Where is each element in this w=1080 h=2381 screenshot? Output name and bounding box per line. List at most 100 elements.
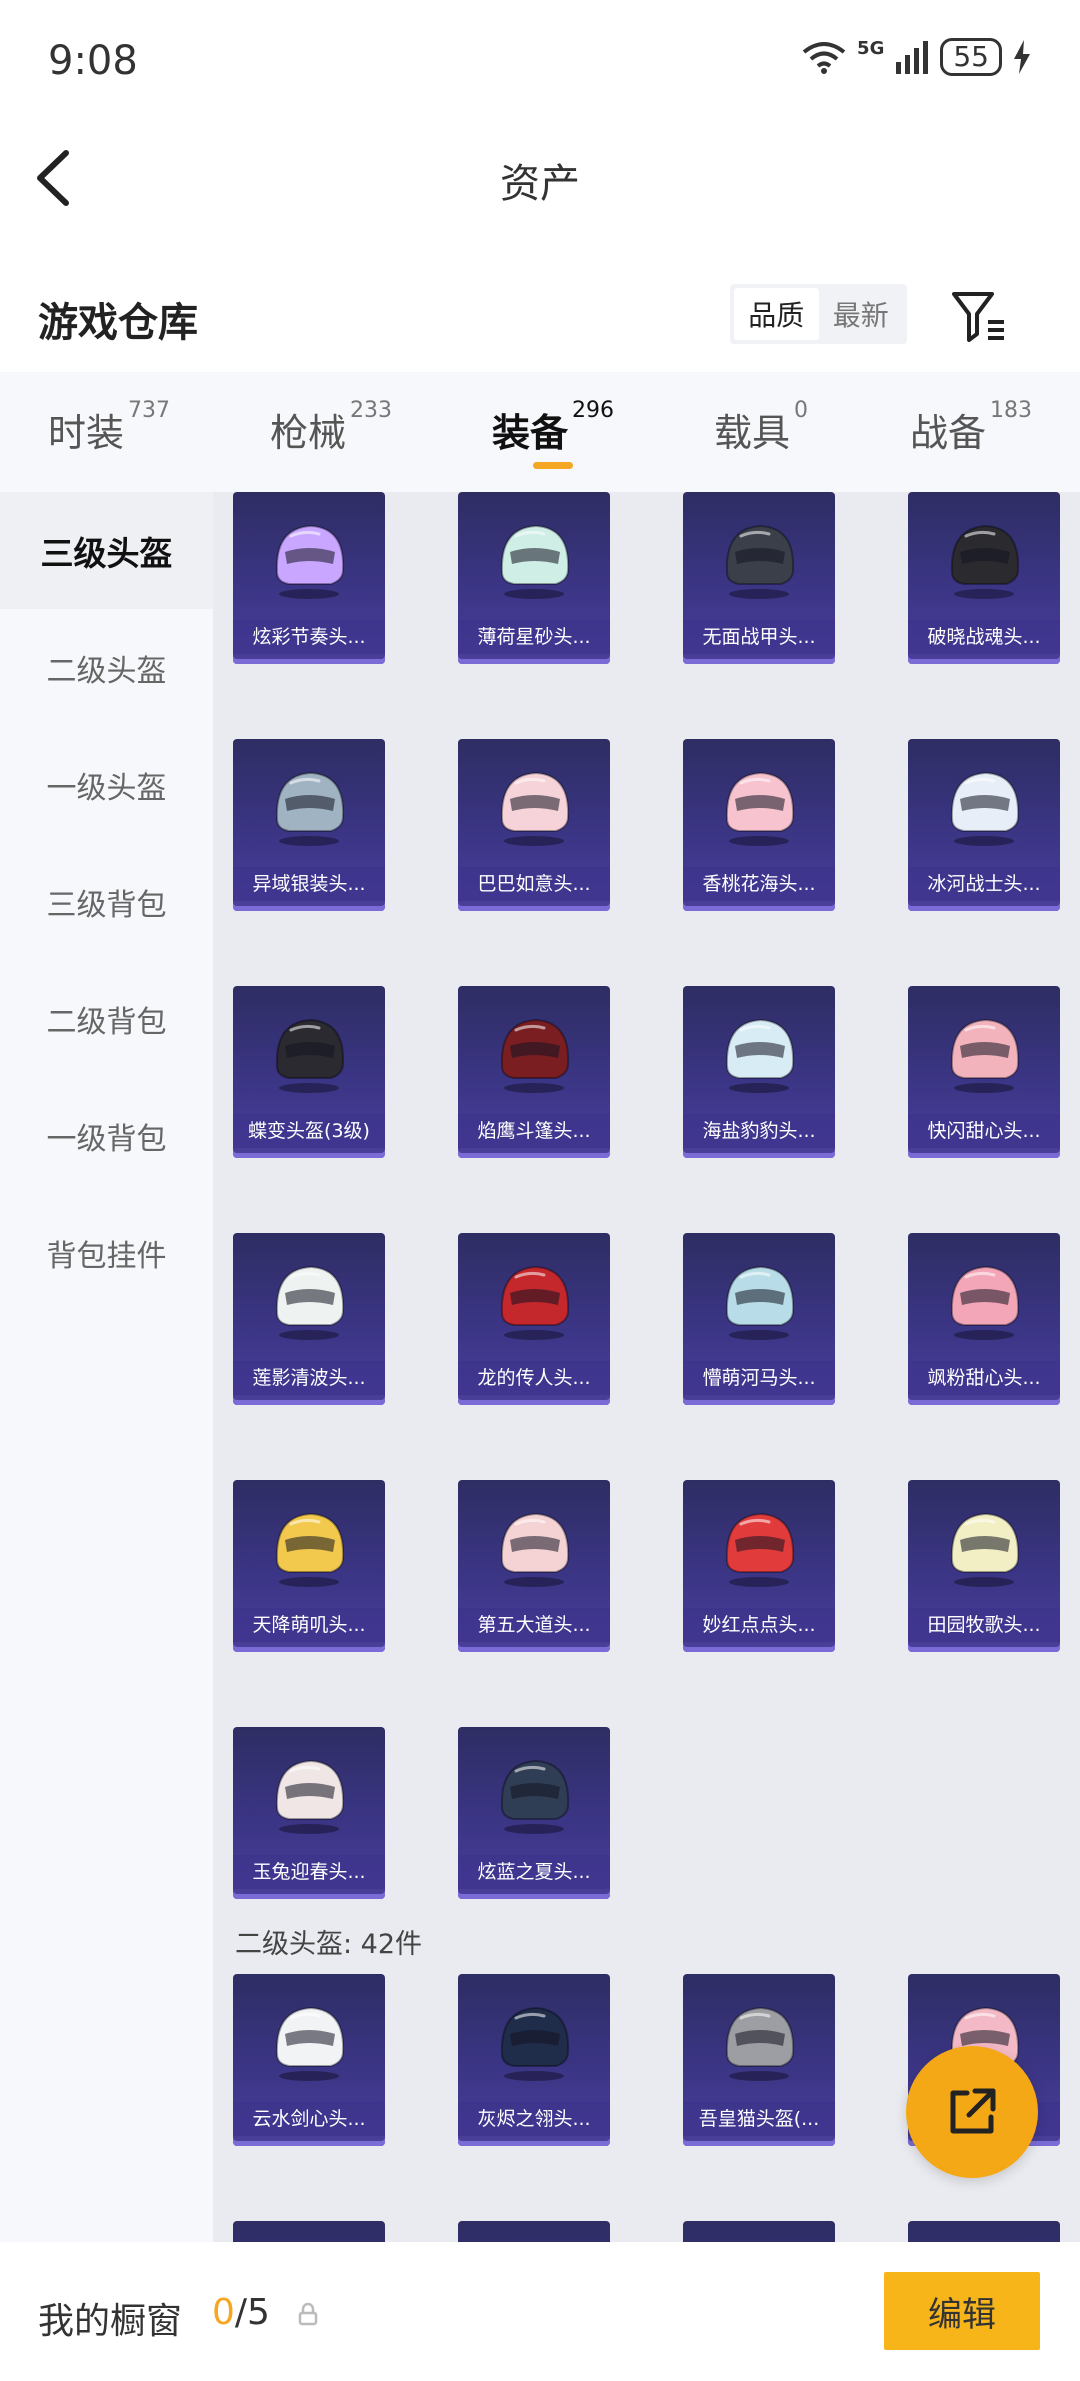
helmet-icon (950, 771, 1020, 846)
item-card[interactable]: 快闪甜心头... (908, 986, 1060, 1158)
item-name: 妙红点点头... (683, 1608, 835, 1642)
sidebar-item-level2-backpack[interactable]: 二级背包 (0, 960, 213, 1077)
helmet-icon (275, 771, 345, 846)
sort-newest-button[interactable]: 最新 (819, 288, 904, 340)
warehouse-title: 游戏仓库 (38, 300, 198, 346)
item-name: 玉兔迎春头... (233, 1855, 385, 1889)
showcase-title: 我的橱窗 (38, 2301, 183, 2342)
item-card[interactable]: 巴巴如意头... (458, 739, 610, 911)
sidebar-item-level3-backpack[interactable]: 三级背包 (0, 843, 213, 960)
item-card[interactable]: 灰烬之翎头... (458, 1974, 610, 2146)
helmet-icon (725, 1018, 795, 1093)
item-card[interactable]: 无面战甲头... (683, 492, 835, 664)
item-name: 快闪甜心头... (908, 1114, 1060, 1148)
item-card[interactable]: 炫蓝之夏头... (458, 1727, 610, 1899)
item-card[interactable]: 天降萌叽头... (233, 1480, 385, 1652)
item-card[interactable]: 玉兔迎春头... (233, 1727, 385, 1899)
tab-supplies[interactable]: 战备183 (910, 398, 1032, 457)
item-card[interactable] (458, 2221, 610, 2242)
battery-indicator: 55 (940, 38, 1002, 76)
item-card[interactable]: 冰河战士头... (908, 739, 1060, 911)
item-card[interactable]: 异域银装头... (233, 739, 385, 911)
app-header: 资产 (0, 125, 1080, 230)
item-card[interactable]: 龙的传人头... (458, 1233, 610, 1405)
item-name: 无面战甲头... (683, 620, 835, 654)
item-name: 云水剑心头... (233, 2102, 385, 2136)
tab-count: 183 (990, 398, 1033, 423)
tab-label: 枪械 (270, 411, 347, 455)
network-type: 5G (857, 38, 885, 59)
wifi-icon (802, 42, 846, 74)
sidebar-item-level2-helmet[interactable]: 二级头盔 (0, 609, 213, 726)
item-name: 薄荷星砂头... (458, 620, 610, 654)
showcase-bar: 我的橱窗 0/5 编辑 (0, 2242, 1080, 2381)
item-card[interactable]: 蝶变头盔(3级) (233, 986, 385, 1158)
tab-label: 装备 (492, 411, 569, 455)
sidebar-item-level3-helmet[interactable]: 三级头盔 (0, 492, 213, 609)
item-card[interactable]: 焰鹰斗篷头... (458, 986, 610, 1158)
tab-equipment[interactable]: 装备296 (492, 398, 614, 457)
item-name: 田园牧歌头... (908, 1608, 1060, 1642)
item-card[interactable]: 妙红点点头... (683, 1480, 835, 1652)
sidebar-item-level1-helmet[interactable]: 一级头盔 (0, 726, 213, 843)
sort-toggle: 品质 最新 (730, 284, 907, 344)
subcategory-sidebar: 三级头盔 二级头盔 一级头盔 三级背包 二级背包 一级背包 背包挂件 (0, 492, 213, 2242)
item-card[interactable]: 云水剑心头... (233, 1974, 385, 2146)
tab-vehicles[interactable]: 载具0 (714, 398, 808, 457)
helmet-icon (725, 524, 795, 599)
item-name: 破晓战魂头... (908, 620, 1060, 654)
helmet-icon (950, 1265, 1020, 1340)
active-tab-indicator (533, 462, 573, 469)
section-header-level2-helmet: 二级头盔: 42件 (235, 1929, 423, 1960)
item-card[interactable]: 懵萌河马头... (683, 1233, 835, 1405)
signal-icon (896, 41, 929, 74)
item-card[interactable]: 第五大道头... (458, 1480, 610, 1652)
category-tabs: 时装737 枪械233 装备296 载具0 战备183 (0, 372, 1080, 492)
tab-count: 296 (572, 398, 615, 423)
item-name: 懵萌河马头... (683, 1361, 835, 1395)
item-name: 炫彩节奏头... (233, 620, 385, 654)
tab-label: 时装 (48, 411, 125, 455)
helmet-icon (725, 771, 795, 846)
helmet-icon (275, 1018, 345, 1093)
sidebar-item-backpack-charm[interactable]: 背包挂件 (0, 1194, 213, 1311)
item-name: 天降萌叽头... (233, 1608, 385, 1642)
sort-quality-button[interactable]: 品质 (734, 288, 819, 340)
item-name: 炫蓝之夏头... (458, 1855, 610, 1889)
item-card[interactable] (683, 2221, 835, 2242)
tab-firearms[interactable]: 枪械233 (270, 398, 392, 457)
item-card[interactable]: 海盐豹豹头... (683, 986, 835, 1158)
item-card[interactable]: 莲影清波头... (233, 1233, 385, 1405)
item-card[interactable]: 炫彩节奏头... (233, 492, 385, 664)
filter-icon[interactable] (948, 286, 1008, 346)
item-card[interactable]: 田园牧歌头... (908, 1480, 1060, 1652)
helmet-icon (500, 1265, 570, 1340)
item-card[interactable] (908, 2221, 1060, 2242)
item-name: 异域银装头... (233, 867, 385, 901)
helmet-icon (275, 524, 345, 599)
item-card[interactable]: 薄荷星砂头... (458, 492, 610, 664)
item-card[interactable] (233, 2221, 385, 2242)
tab-fashion[interactable]: 时装737 (48, 398, 170, 457)
item-name: 海盐豹豹头... (683, 1114, 835, 1148)
edit-button[interactable]: 编辑 (884, 2272, 1040, 2350)
showcase-count-total: /5 (234, 2292, 270, 2333)
item-card[interactable]: 破晓战魂头... (908, 492, 1060, 664)
status-time: 9:08 (48, 38, 138, 84)
item-card[interactable]: 飒粉甜心头... (908, 1233, 1060, 1405)
item-name: 冰河战士头... (908, 867, 1060, 901)
helmet-icon (950, 1018, 1020, 1093)
item-card[interactable]: 香桃花海头... (683, 739, 835, 911)
share-icon (950, 2088, 996, 2134)
helmet-icon (500, 2006, 570, 2081)
item-name: 香桃花海头... (683, 867, 835, 901)
tab-label: 战备 (910, 411, 987, 455)
item-name: 飒粉甜心头... (908, 1361, 1060, 1395)
helmet-icon (275, 1265, 345, 1340)
tab-count: 0 (794, 398, 809, 423)
warehouse-toolbar: 游戏仓库 品质 最新 (0, 268, 1080, 368)
item-card[interactable]: 吾皇猫头盔(... (683, 1974, 835, 2146)
share-fab[interactable] (906, 2046, 1038, 2178)
showcase-count: 0/5 (212, 2292, 270, 2333)
sidebar-item-level1-backpack[interactable]: 一级背包 (0, 1077, 213, 1194)
